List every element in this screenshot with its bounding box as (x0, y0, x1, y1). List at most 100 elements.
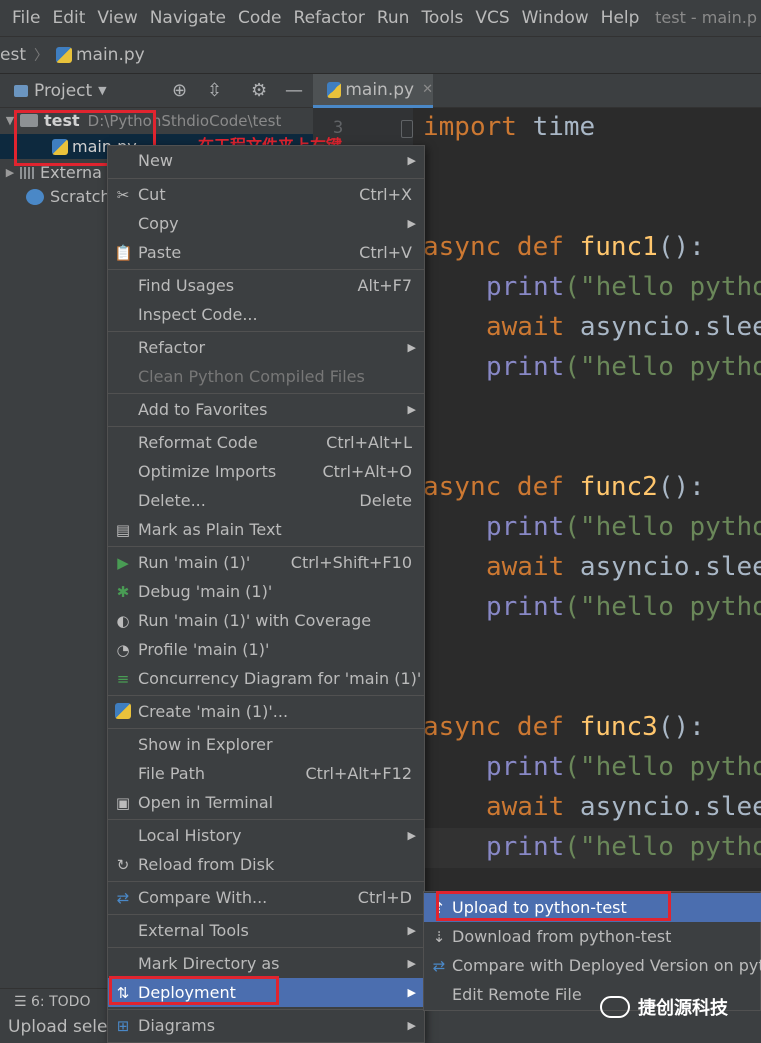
keyword: def (501, 472, 580, 502)
project-panel-header: Project ▼ ⊕ ⇳ ⚙ — (0, 74, 313, 108)
list-icon: ☰ (14, 994, 32, 1010)
menu-item-delete[interactable]: Delete... Delete (108, 486, 424, 515)
compare-icon: ⇄ (116, 888, 130, 907)
menu-item-copy[interactable]: Copy ▶ (108, 209, 424, 238)
menu-item-compare-with[interactable]: ⇄ Compare With... Ctrl+D (108, 883, 424, 912)
submenu-item-label: Download from python-test (452, 927, 672, 946)
fold-icon[interactable] (401, 120, 413, 138)
submenu-arrow-icon: ▶ (407, 829, 416, 842)
menu-item-file-path[interactable]: File Path Ctrl+Alt+F12 (108, 759, 424, 788)
menu-item-label: Mark Directory as (138, 954, 280, 973)
menu-item-shortcut: Ctrl+X (359, 185, 412, 204)
menu-separator (108, 695, 424, 696)
menu-item-reformat-code[interactable]: Reformat Code Ctrl+Alt+L (108, 428, 424, 457)
menu-view[interactable]: View (91, 8, 143, 28)
breadcrumb-file[interactable]: main.py (76, 45, 145, 65)
menu-separator (108, 881, 424, 882)
menu-item-profile[interactable]: ◔ Profile 'main (1)' (108, 635, 424, 664)
menu-item-mark-directory-as[interactable]: Mark Directory as ▶ (108, 949, 424, 978)
watermark: 捷创源科技 (600, 994, 728, 1020)
menu-item-mark-plain-text[interactable]: ▤ Mark as Plain Text (108, 515, 424, 544)
menu-item-label: Run 'main (1)' (138, 553, 251, 572)
annotation-box-deployment (109, 976, 279, 1005)
menu-item-cut[interactable]: ✂ Cut Ctrl+X (108, 180, 424, 209)
menu-tools[interactable]: Tools (415, 8, 469, 28)
menu-item-concurrency-diagram[interactable]: ≡ Concurrency Diagram for 'main (1)' (108, 664, 424, 693)
menu-separator (108, 819, 424, 820)
menu-item-label: Concurrency Diagram for 'main (1)' (138, 669, 422, 688)
project-view-icon (14, 84, 28, 97)
menu-item-create-config[interactable]: Create 'main (1)'... (108, 697, 424, 726)
keyword: await (486, 792, 565, 822)
menu-item-show-in-explorer[interactable]: Show in Explorer (108, 730, 424, 759)
code-line-print: print("hello pytho (486, 752, 761, 782)
menu-item-label: Copy (138, 214, 179, 233)
breadcrumb: est 〉 main.py (0, 36, 761, 74)
close-icon[interactable]: ✕ (422, 82, 433, 97)
chevron-down-icon[interactable]: ▼ (98, 84, 106, 97)
collapse-all-icon[interactable]: ⇳ (207, 80, 222, 101)
gear-icon[interactable]: ⚙ (251, 80, 267, 101)
keyword: async (423, 472, 502, 502)
coverage-icon: ◐ (116, 611, 130, 630)
menu-window[interactable]: Window (516, 8, 595, 28)
todo-tool-button[interactable]: ☰ 6: TODO (14, 994, 90, 1010)
menu-item-run-coverage[interactable]: ◐ Run 'main (1)' with Coverage (108, 606, 424, 635)
menu-refactor[interactable]: Refactor (288, 8, 371, 28)
breadcrumb-project[interactable]: est (0, 45, 26, 65)
code-line-def-func1: async def func1(): (423, 232, 705, 262)
paste-icon: 📋 (114, 243, 133, 262)
menu-navigate[interactable]: Navigate (144, 8, 232, 28)
menu-separator (108, 546, 424, 547)
code-line-await: await asyncio.slee (486, 552, 761, 582)
submenu-arrow-icon: ▶ (407, 957, 416, 970)
menu-item-shortcut: Ctrl+Alt+L (326, 433, 412, 452)
menu-item-label: Optimize Imports (138, 462, 277, 481)
builtin: print (486, 352, 565, 382)
project-view-title[interactable]: Project (34, 81, 92, 101)
collapsed-triangle-icon[interactable]: ▶ (0, 166, 20, 179)
menu-item-paste[interactable]: 📋 Paste Ctrl+V (108, 238, 424, 267)
tree-scratches[interactable]: Scratch (0, 184, 111, 209)
submenu-item-download[interactable]: ⇣ Download from python-test (424, 922, 761, 951)
context-menu: New ▶ ✂ Cut Ctrl+X Copy ▶ 📋 Paste Ctrl+V Find … (107, 145, 425, 1043)
submenu-arrow-icon: ▶ (407, 924, 416, 937)
menu-code[interactable]: Code (232, 8, 288, 28)
menu-run[interactable]: Run (371, 8, 416, 28)
menu-item-refactor[interactable]: Refactor ▶ (108, 333, 424, 362)
menu-item-find-usages[interactable]: Find Usages Alt+F7 (108, 271, 424, 300)
todo-label: 6: TODO (31, 994, 91, 1010)
builtin: print (486, 752, 565, 782)
menu-item-reload-from-disk[interactable]: ↻ Reload from Disk (108, 850, 424, 879)
code-line-print: print("hello pytho (486, 832, 761, 862)
menu-item-local-history[interactable]: Local History ▶ (108, 821, 424, 850)
menu-item-shortcut: Delete (359, 491, 412, 510)
submenu-item-compare-deployed[interactable]: ⇄ Compare with Deployed Version on pyth (424, 951, 761, 980)
menu-item-open-terminal[interactable]: ▣ Open in Terminal (108, 788, 424, 817)
menu-item-inspect-code[interactable]: Inspect Code... (108, 300, 424, 329)
menu-item-external-tools[interactable]: External Tools ▶ (108, 916, 424, 945)
menu-vcs[interactable]: VCS (469, 8, 515, 28)
menu-item-debug[interactable]: ✱ Debug 'main (1)' (108, 577, 424, 606)
python-file-icon (327, 81, 342, 98)
menu-item-label: External Tools (138, 921, 249, 940)
minimize-icon[interactable]: — (285, 80, 303, 101)
menu-help[interactable]: Help (595, 8, 646, 28)
code-line-def-func3: async def func3(): (423, 712, 705, 742)
menu-item-optimize-imports[interactable]: Optimize Imports Ctrl+Alt+O (108, 457, 424, 486)
menu-item-shortcut: Alt+F7 (357, 276, 412, 295)
terminal-icon: ▣ (115, 793, 131, 812)
chevron-right-icon: 〉 (33, 48, 48, 64)
code-line-await: await asyncio.slee (486, 792, 761, 822)
menu-item-diagrams[interactable]: ⊞ Diagrams ▶ (108, 1011, 424, 1040)
code-text: (): (657, 712, 705, 742)
code-text: (): (657, 232, 705, 262)
menu-edit[interactable]: Edit (46, 8, 91, 28)
locate-icon[interactable]: ⊕ (172, 80, 187, 101)
code-line-print: print("hello pytho (486, 512, 761, 542)
menu-item-new[interactable]: New ▶ (108, 146, 424, 175)
tab-main-py[interactable]: main.py ✕ (313, 74, 433, 108)
menu-file[interactable]: File (0, 8, 46, 28)
menu-item-add-to-favorites[interactable]: Add to Favorites ▶ (108, 395, 424, 424)
menu-item-run[interactable]: ▶ Run 'main (1)' Ctrl+Shift+F10 (108, 548, 424, 577)
